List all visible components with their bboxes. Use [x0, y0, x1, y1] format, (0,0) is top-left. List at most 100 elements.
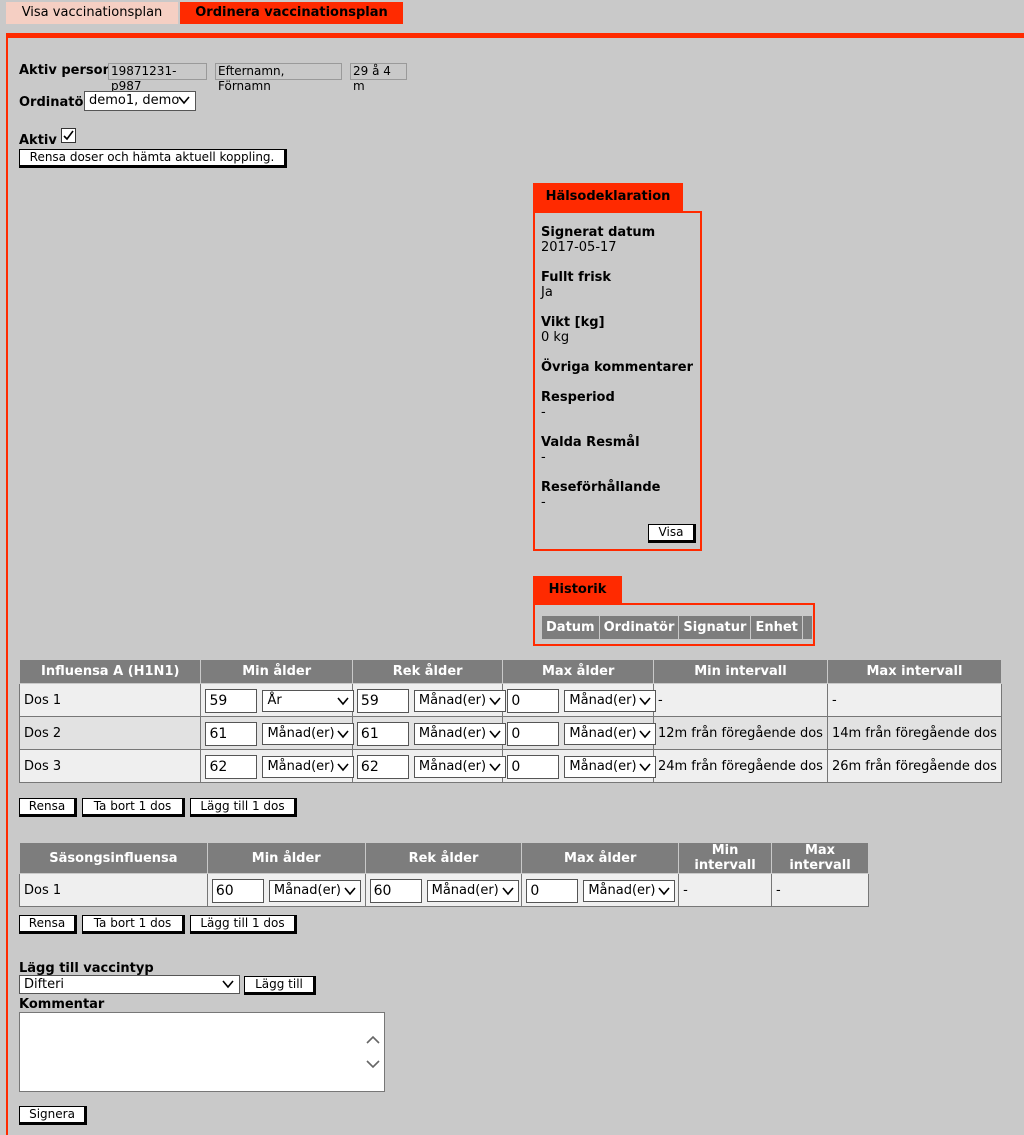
lagg-till-vaccin-button[interactable]: Lägg till — [244, 976, 316, 995]
chevron-down-icon — [337, 697, 350, 706]
rek-alder-unit-select[interactable]: Månad(er) — [413, 723, 506, 745]
rek-alder-input[interactable]: 61 — [356, 722, 409, 746]
tab-ordinera-vaccinationsplan[interactable]: Ordinera vaccinationsplan — [180, 2, 403, 24]
aktiv-person-label: Aktiv person — [19, 63, 112, 78]
max-intervall-value: 14m från föregående dos — [826, 716, 1003, 750]
person-name-field: Efternamn, Förnamn — [215, 63, 342, 93]
min-alder-unit-value: Månad(er) — [273, 883, 342, 898]
decl-resperiod-label: Resperiod — [541, 390, 615, 405]
min-alder-input[interactable]: 60 — [211, 879, 264, 903]
min-alder-input[interactable]: 61 — [205, 722, 258, 746]
scroll-up-icon[interactable] — [365, 1033, 381, 1047]
rek-alder-unit-value: Månad(er) — [418, 693, 487, 708]
lagg-till-dos-button-sasong[interactable]: Lägg till 1 dos — [190, 915, 297, 934]
max-intervall-value: 26m från föregående dos — [826, 749, 1003, 783]
min-alder-unit-select[interactable]: Månad(er) — [262, 723, 355, 745]
ordinator-label: Ordinatör — [19, 95, 90, 110]
kommentar-textarea[interactable] — [19, 1012, 385, 1092]
min-alder-unit-value: Månad(er) — [267, 726, 335, 741]
col-max-alder: Max ålder — [502, 659, 654, 684]
min-alder-input[interactable]: 62 — [205, 755, 258, 779]
decl-reseforhallande: Reseförhållande - — [541, 480, 660, 510]
decl-fullt-frisk-label: Fullt frisk — [541, 270, 612, 285]
min-intervall-value: - — [652, 683, 828, 717]
rek-alder-input[interactable]: 62 — [356, 755, 409, 779]
rek-alder-unit-value: Månad(er) — [418, 759, 487, 774]
max-alder-unit-select[interactable]: Månad(er) — [564, 690, 657, 712]
rek-alder-unit-value: Månad(er) — [418, 726, 487, 741]
max-alder-unit-value: Månad(er) — [569, 726, 637, 741]
max-intervall-value: - — [826, 683, 1003, 717]
col-min-intervall: Min intervall — [652, 659, 828, 684]
min-alder-unit-select[interactable]: År — [262, 690, 355, 712]
max-alder-unit-select[interactable]: Månad(er) — [583, 880, 676, 902]
max-alder-unit-value: Månad(er) — [569, 693, 637, 708]
chevron-down-icon — [337, 763, 350, 772]
rek-alder-input[interactable]: 60 — [369, 879, 422, 903]
min-intervall-value: 12m från föregående dos — [652, 716, 828, 750]
max-alder-input[interactable]: 0 — [526, 879, 579, 903]
lagg-till-dos-button-h1n1[interactable]: Lägg till 1 dos — [190, 798, 297, 817]
rek-alder-input[interactable]: 59 — [356, 689, 409, 713]
ta-bort-dos-button-h1n1[interactable]: Ta bort 1 dos — [82, 798, 185, 817]
rensa-button-h1n1[interactable]: Rensa — [19, 798, 77, 817]
chevron-down-icon — [639, 730, 652, 739]
decl-signerat: Signerat datum 2017-05-17 — [541, 225, 655, 255]
decl-vikt-value: 0 kg — [541, 330, 570, 345]
vaccintyp-select[interactable]: Difteri — [19, 975, 240, 994]
max-alder-unit-select[interactable]: Månad(er) — [564, 723, 657, 745]
chevron-down-icon — [639, 697, 652, 706]
ta-bort-dos-button-sasong[interactable]: Ta bort 1 dos — [82, 915, 185, 934]
max-alder-unit-select[interactable]: Månad(er) — [564, 756, 657, 778]
table-row: Dos 1 59 År 59 Månad(er) 0 Månad(er) - - — [18, 683, 1003, 717]
ordinator-select-value: demo1, demo — [89, 93, 180, 108]
dose-label: Dos 3 — [18, 749, 202, 783]
historik-col-datum[interactable]: Datum — [541, 615, 600, 640]
person-id-field: 19871231-p987 — [108, 63, 207, 93]
historik-col-ordinator[interactable]: Ordinatör — [598, 615, 680, 640]
decl-vikt: Vikt [kg] 0 kg — [541, 315, 605, 345]
historik-table: Datum Ordinatör Signatur Enhet — [541, 615, 814, 640]
rek-alder-unit-select[interactable]: Månad(er) — [413, 690, 506, 712]
decl-vikt-label: Vikt [kg] — [541, 315, 605, 330]
min-intervall-value: - — [678, 873, 773, 907]
vaccintyp-select-value: Difteri — [24, 977, 65, 992]
col-max-intervall: Max intervall — [826, 659, 1003, 684]
ordinator-select[interactable]: demo1, demo — [84, 91, 196, 111]
min-alder-input[interactable]: 59 — [205, 689, 258, 713]
historik-col-enhet[interactable]: Enhet — [750, 615, 803, 640]
min-alder-unit-value: Månad(er) — [267, 759, 335, 774]
col-rek-alder: Rek ålder — [351, 659, 504, 684]
decl-resperiod: Resperiod - — [541, 390, 615, 420]
decl-reseforhallande-label: Reseförhållande — [541, 480, 661, 495]
rek-alder-unit-select[interactable]: Månad(er) — [413, 756, 506, 778]
max-alder-input[interactable]: 0 — [507, 722, 560, 746]
rensa-button-sasong[interactable]: Rensa — [19, 915, 77, 934]
chevron-down-icon — [337, 730, 350, 739]
chevron-down-icon — [489, 697, 501, 706]
historik-col-signatur[interactable]: Signatur — [678, 615, 752, 640]
rek-alder-unit-select[interactable]: Månad(er) — [426, 880, 519, 902]
col-min-alder: Min ålder — [200, 659, 353, 684]
min-alder-unit-select[interactable]: Månad(er) — [268, 880, 361, 902]
max-alder-input[interactable]: 0 — [507, 689, 560, 713]
max-alder-input[interactable]: 0 — [507, 755, 560, 779]
visa-button[interactable]: Visa — [648, 524, 696, 543]
table-row: Dos 1 60 Månad(er) 60 Månad(er) 0 Månad(er)… — [19, 873, 869, 907]
aktiv-checkbox[interactable] — [61, 128, 76, 143]
scroll-down-icon[interactable] — [365, 1057, 381, 1071]
col-min-alder: Min ålder — [206, 842, 366, 874]
dose-label: Dos 1 — [19, 873, 208, 907]
decl-signerat-label: Signerat datum — [541, 225, 656, 240]
kommentar-label: Kommentar — [19, 997, 105, 1012]
tab-visa-vaccinationsplan[interactable]: Visa vaccinationsplan — [6, 2, 178, 24]
col-vaccine-name: Influensa A (H1N1) — [18, 659, 202, 684]
min-alder-unit-select[interactable]: Månad(er) — [262, 756, 355, 778]
decl-resmal: Valda Resmål - — [541, 435, 640, 465]
halsodeklaration-tab: Hälsodeklaration — [533, 183, 683, 211]
chevron-down-icon — [501, 887, 514, 896]
reset-doses-button[interactable]: Rensa doser och hämta aktuell koppling. — [19, 149, 287, 168]
col-max-intervall: Max intervall — [771, 842, 869, 874]
table-row: Dos 2 61 Månad(er) 61 Månad(er) 0 Månad(er)… — [18, 716, 1003, 750]
signera-button[interactable]: Signera — [19, 1106, 87, 1125]
